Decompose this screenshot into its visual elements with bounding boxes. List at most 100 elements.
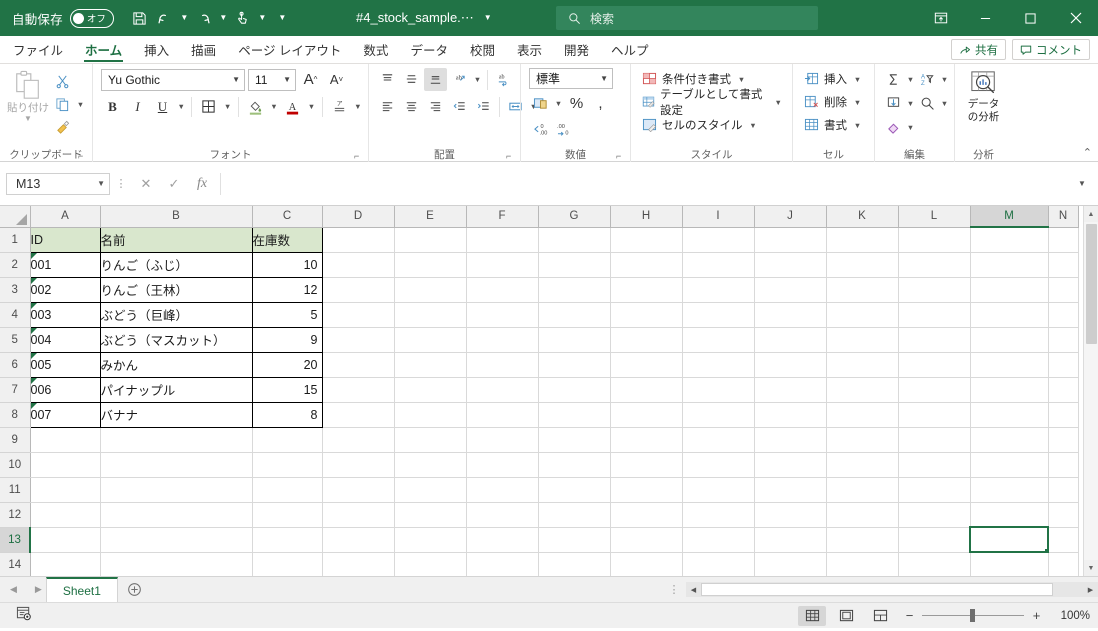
cell-k12[interactable]	[826, 502, 899, 528]
fill-button[interactable]	[882, 92, 905, 115]
insert-function-icon[interactable]: fx	[188, 173, 216, 195]
autosave-toggle[interactable]: オフ	[69, 8, 114, 28]
cell-j9[interactable]	[754, 427, 827, 453]
cell-k14[interactable]	[826, 552, 899, 576]
cell-f11[interactable]	[466, 477, 539, 503]
touch-mode-icon[interactable]	[231, 5, 255, 31]
decrease-font-size-icon[interactable]: A ˅	[325, 68, 348, 91]
cell-e4[interactable]	[394, 302, 467, 328]
fill-dropdown-icon[interactable]: ▼	[905, 99, 916, 108]
cell-k9[interactable]	[826, 427, 899, 453]
zoom-track[interactable]	[922, 609, 1024, 622]
cell-n12[interactable]	[1048, 502, 1079, 528]
cell-i14[interactable]	[682, 552, 755, 576]
vertical-scroll-thumb[interactable]	[1085, 224, 1097, 344]
column-header-a[interactable]: A	[30, 206, 101, 228]
cell-g4[interactable]	[538, 302, 611, 328]
cell-d13[interactable]	[322, 527, 395, 553]
cell-c4[interactable]: 5	[251, 301, 323, 328]
cell-f9[interactable]	[466, 427, 539, 453]
tab-formulas[interactable]: 数式	[352, 36, 399, 63]
cell-g6[interactable]	[538, 352, 611, 378]
formula-input[interactable]	[220, 172, 1072, 195]
cell-h8[interactable]	[610, 402, 683, 428]
cell-d12[interactable]	[322, 502, 395, 528]
cell-c5[interactable]: 9	[251, 326, 323, 353]
cell-i6[interactable]	[682, 352, 755, 378]
cell-k7[interactable]	[826, 377, 899, 403]
cell-j3[interactable]	[754, 277, 827, 303]
orientation-dropdown-icon[interactable]: ▼	[472, 75, 483, 84]
borders-dropdown-icon[interactable]: ▼	[222, 102, 232, 111]
cell-k13[interactable]	[826, 527, 899, 553]
cell-m10[interactable]	[970, 452, 1049, 478]
cell-e8[interactable]	[394, 402, 467, 428]
cell-h10[interactable]	[610, 452, 683, 478]
column-header-g[interactable]: G	[538, 206, 611, 228]
cell-h12[interactable]	[610, 502, 683, 528]
cell-l3[interactable]	[898, 277, 971, 303]
cell-e3[interactable]	[394, 277, 467, 303]
cell-a6[interactable]: 005	[29, 351, 101, 378]
cell-n9[interactable]	[1048, 427, 1079, 453]
cell-e2[interactable]	[394, 252, 467, 278]
autosave-control[interactable]: 自動保存 オフ	[12, 8, 114, 28]
decrease-decimal-button[interactable]: .00 0	[553, 118, 576, 141]
cell-c13[interactable]	[252, 527, 323, 553]
column-header-i[interactable]: I	[682, 206, 755, 228]
cell-e7[interactable]	[394, 377, 467, 403]
cell-i11[interactable]	[682, 477, 755, 503]
column-header-k[interactable]: K	[826, 206, 899, 228]
cell-f8[interactable]	[466, 402, 539, 428]
cell-k10[interactable]	[826, 452, 899, 478]
customize-qat-icon[interactable]: ▼	[276, 5, 289, 31]
cell-j2[interactable]	[754, 252, 827, 278]
cell-d1[interactable]	[322, 227, 395, 253]
cell-i7[interactable]	[682, 377, 755, 403]
column-header-n[interactable]: N	[1048, 206, 1079, 228]
cell-j14[interactable]	[754, 552, 827, 576]
accessibility-checker-icon[interactable]	[16, 606, 32, 626]
cell-l14[interactable]	[898, 552, 971, 576]
row-header-9[interactable]: 9	[0, 427, 31, 453]
cell-e10[interactable]	[394, 452, 467, 478]
cell-d2[interactable]	[322, 252, 395, 278]
cell-f2[interactable]	[466, 252, 539, 278]
fill-color-button[interactable]	[244, 95, 267, 118]
cell-e9[interactable]	[394, 427, 467, 453]
cell-k5[interactable]	[826, 327, 899, 353]
cell-n8[interactable]	[1048, 402, 1079, 428]
sort-filter-button[interactable]: AZ	[916, 68, 939, 91]
column-header-h[interactable]: H	[610, 206, 683, 228]
cell-e6[interactable]	[394, 352, 467, 378]
cell-a9[interactable]	[30, 427, 101, 453]
column-header-j[interactable]: J	[754, 206, 827, 228]
cell-n2[interactable]	[1048, 252, 1079, 278]
row-header-7[interactable]: 7	[0, 377, 31, 403]
undo-icon[interactable]	[153, 5, 177, 31]
cell-e5[interactable]	[394, 327, 467, 353]
cell-d8[interactable]	[322, 402, 395, 428]
cell-g13[interactable]	[538, 527, 611, 553]
cell-a2[interactable]: 001	[29, 251, 101, 278]
cell-l4[interactable]	[898, 302, 971, 328]
cell-a11[interactable]	[30, 477, 101, 503]
cell-b11[interactable]	[100, 477, 253, 503]
cell-e14[interactable]	[394, 552, 467, 576]
cell-d5[interactable]	[322, 327, 395, 353]
row-header-8[interactable]: 8	[0, 402, 31, 428]
scroll-right-icon[interactable]: ▶	[1083, 582, 1098, 597]
cell-e1[interactable]	[394, 227, 467, 253]
row-header-14[interactable]: 14	[0, 552, 31, 576]
cell-l11[interactable]	[898, 477, 971, 503]
increase-indent-button[interactable]	[472, 95, 495, 118]
cell-b7[interactable]: パイナップル	[99, 376, 253, 403]
cell-e13[interactable]	[394, 527, 467, 553]
cell-f3[interactable]	[466, 277, 539, 303]
cell-g2[interactable]	[538, 252, 611, 278]
cell-a4[interactable]: 003	[29, 301, 101, 328]
cell-d9[interactable]	[322, 427, 395, 453]
cell-j13[interactable]	[754, 527, 827, 553]
cell-i12[interactable]	[682, 502, 755, 528]
view-normal-button[interactable]	[798, 605, 826, 626]
